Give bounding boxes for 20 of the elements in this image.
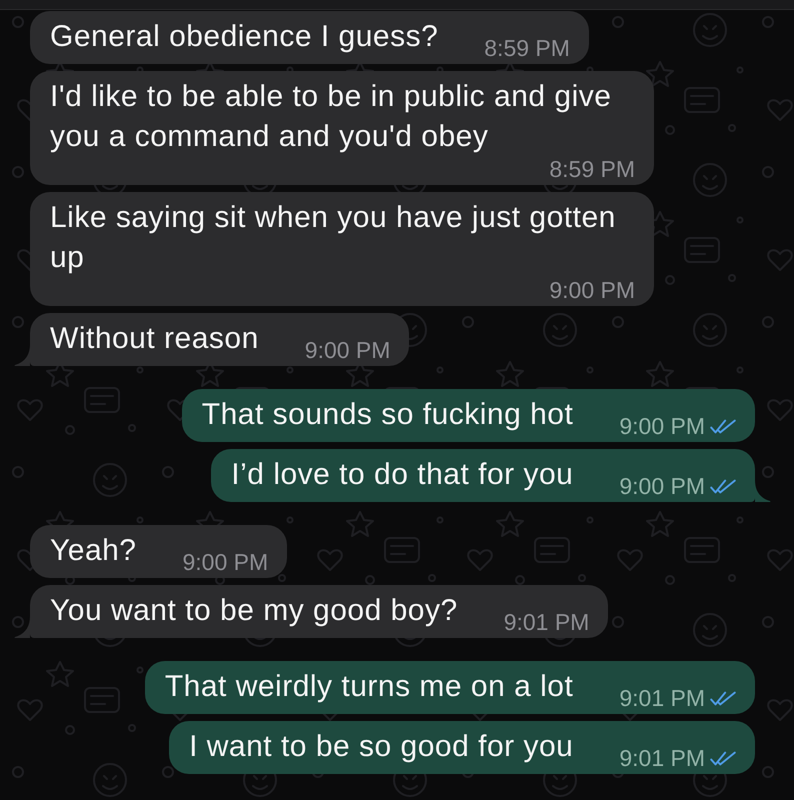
message-time: 9:00 PM: [619, 474, 705, 498]
message-time: 9:00 PM: [182, 550, 268, 574]
message-text: I'd like to be able to be in public and give you a command and you'd obey: [50, 79, 612, 155]
message-time: 8:59 PM: [549, 157, 635, 181]
message-text: Like saying sit when you have just gotten up: [50, 200, 617, 276]
message-time: 8:59 PM: [484, 36, 570, 60]
message-text: That sounds so fucking hot: [202, 397, 574, 433]
message-time: 9:01 PM: [619, 746, 705, 770]
message-text: Yeah?: [50, 533, 136, 569]
message-time: 9:00 PM: [549, 278, 635, 302]
message-time: 9:01 PM: [504, 610, 590, 634]
message-text: Without reason: [50, 321, 259, 357]
message-time: 9:01 PM: [619, 686, 705, 710]
message-text: I want to be so good for you: [189, 729, 574, 765]
message-text: I’d love to do that for you: [231, 457, 574, 493]
message-text: You want to be my good boy?: [50, 593, 458, 629]
message-time: 9:00 PM: [304, 338, 390, 362]
message-text: General obedience I guess?: [50, 19, 438, 55]
message-text: That weirdly turns me on a lot: [164, 669, 574, 705]
message-time: 9:00 PM: [619, 414, 705, 438]
